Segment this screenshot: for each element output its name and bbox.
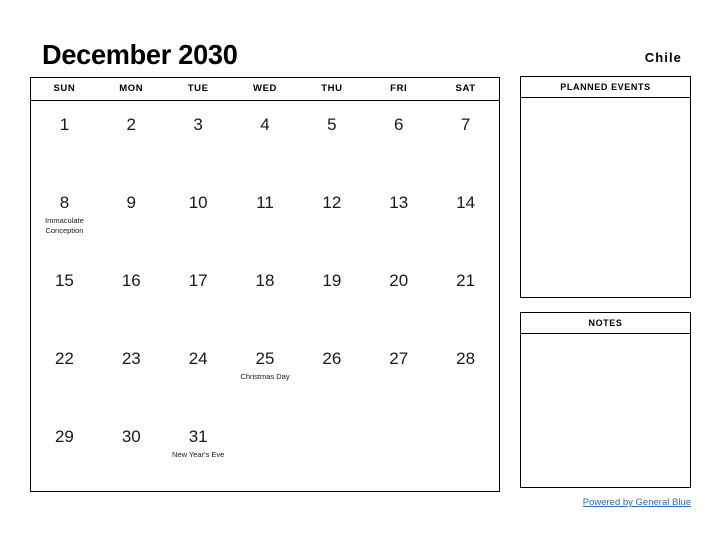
day-number: 24 <box>188 349 208 368</box>
day-number: 20 <box>389 271 409 290</box>
day-of-week-header: SAT <box>455 83 476 94</box>
page-header: December 2030 Chile <box>42 30 682 70</box>
day-number: 15 <box>54 271 74 290</box>
day-number: 12 <box>322 193 342 212</box>
calendar-empty-cell <box>365 413 432 491</box>
calendar-day-cell[interactable]: 21 <box>432 257 499 335</box>
page-title: December 2030 <box>42 39 238 70</box>
calendar-grid: SUN MON TUE WED THU FRI SAT 1 2 3 4 5 6 7 8 Immaculate… <box>30 77 500 492</box>
calendar-day-cell[interactable]: 7 <box>432 101 499 179</box>
day-of-week-header: TUE <box>187 83 209 94</box>
calendar-day-cell[interactable]: 4 <box>232 101 299 179</box>
calendar-week-row: 8 Immaculate Conception 9 10 11 12 13 14 <box>31 179 499 257</box>
calendar-week-row: 22 23 24 25 Christmas Day 26 27 28 <box>31 335 499 413</box>
day-number: 8 <box>59 193 70 212</box>
day-holiday-label: New Year's Eve <box>172 450 225 459</box>
calendar-day-cell[interactable]: 5 <box>298 101 365 179</box>
day-holiday-label: Christmas Day <box>240 372 290 381</box>
day-number: 27 <box>389 349 409 368</box>
calendar-day-cell[interactable]: 30 <box>98 413 165 491</box>
calendar-page: December 2030 Chile SUN MON TUE WED THU FRI SA… <box>0 0 712 550</box>
calendar-week-row: 15 16 17 18 19 20 21 <box>31 257 499 335</box>
day-number: 21 <box>456 271 476 290</box>
notes-panel: NOTES <box>520 312 691 488</box>
day-number: 11 <box>256 193 274 212</box>
calendar-day-cell[interactable]: 27 <box>365 335 432 413</box>
day-number: 16 <box>121 271 141 290</box>
calendar-day-cell[interactable]: 12 <box>298 179 365 257</box>
day-number: 17 <box>188 271 208 290</box>
calendar-day-cell[interactable]: 10 <box>165 179 232 257</box>
day-number: 13 <box>389 193 409 212</box>
planned-events-panel: PLANNED EVENTS <box>520 76 691 298</box>
day-number: 31 <box>188 427 208 446</box>
day-number: 26 <box>322 349 342 368</box>
calendar-empty-cell <box>432 413 499 491</box>
calendar-day-cell[interactable]: 18 <box>232 257 299 335</box>
calendar-empty-cell <box>298 413 365 491</box>
day-number: 23 <box>121 349 141 368</box>
day-number: 29 <box>54 427 74 446</box>
calendar-day-cell[interactable]: 13 <box>365 179 432 257</box>
planned-events-title: PLANNED EVENTS <box>521 77 690 98</box>
footer: Powered by General Blue <box>520 497 691 509</box>
powered-by-link[interactable]: Powered by General Blue <box>583 497 691 508</box>
calendar-day-cell[interactable]: 31 New Year's Eve <box>165 413 232 491</box>
planned-events-writing-area[interactable] <box>521 98 690 297</box>
calendar-day-cell[interactable]: 20 <box>365 257 432 335</box>
day-number: 9 <box>126 193 137 212</box>
day-number: 1 <box>59 115 70 134</box>
day-number: 18 <box>255 271 275 290</box>
calendar-day-cell[interactable]: 17 <box>165 257 232 335</box>
calendar-day-cell[interactable]: 8 Immaculate Conception <box>31 179 98 257</box>
calendar-day-cell[interactable]: 28 <box>432 335 499 413</box>
calendar-day-cell[interactable]: 9 <box>98 179 165 257</box>
calendar-day-cell[interactable]: 23 <box>98 335 165 413</box>
day-number: 4 <box>260 115 270 134</box>
day-number: 10 <box>188 193 208 212</box>
notes-writing-area[interactable] <box>521 334 690 487</box>
day-number: 7 <box>460 115 471 134</box>
calendar-week-row: 29 30 31 New Year's Eve <box>31 413 499 491</box>
day-number: 14 <box>456 193 476 212</box>
day-of-week-header: FRI <box>390 83 408 94</box>
calendar-day-cell[interactable]: 6 <box>365 101 432 179</box>
calendar-week-row: 1 2 3 4 5 6 7 <box>31 101 499 179</box>
day-number: 30 <box>121 427 141 446</box>
day-of-week-header: SUN <box>53 83 76 94</box>
day-number: 19 <box>322 271 342 290</box>
day-number: 28 <box>456 349 476 368</box>
day-number: 2 <box>126 115 137 134</box>
calendar-day-cell[interactable]: 14 <box>432 179 499 257</box>
country-label: Chile <box>644 50 682 65</box>
calendar-weeks: 1 2 3 4 5 6 7 8 Immaculate Conception 9 10 11 12 13 14… <box>31 101 499 491</box>
day-number: 6 <box>393 115 404 134</box>
calendar-day-cell[interactable]: 1 <box>31 101 98 179</box>
calendar-day-cell[interactable]: 19 <box>298 257 365 335</box>
calendar-day-cell[interactable]: 24 <box>165 335 232 413</box>
day-number: 3 <box>193 115 203 134</box>
day-number: 5 <box>327 115 337 134</box>
day-number: 25 <box>255 349 275 368</box>
day-of-week-header: MON <box>119 83 144 94</box>
calendar-day-cell[interactable]: 15 <box>31 257 98 335</box>
calendar-day-cell[interactable]: 11 <box>232 179 299 257</box>
day-holiday-label: Immaculate Conception <box>45 216 84 235</box>
calendar-day-cell[interactable]: 29 <box>31 413 98 491</box>
day-of-week-header: THU <box>321 83 343 94</box>
notes-title: NOTES <box>521 313 690 334</box>
calendar-day-cell[interactable]: 3 <box>165 101 232 179</box>
calendar-day-cell[interactable]: 26 <box>298 335 365 413</box>
calendar-day-cell[interactable]: 25 Christmas Day <box>232 335 299 413</box>
day-of-week-header-row: SUN MON TUE WED THU FRI SAT <box>31 78 499 101</box>
calendar-empty-cell <box>232 413 299 491</box>
calendar-day-cell[interactable]: 16 <box>98 257 165 335</box>
day-of-week-header: WED <box>253 83 277 94</box>
day-number: 22 <box>54 349 74 368</box>
calendar-day-cell[interactable]: 22 <box>31 335 98 413</box>
calendar-day-cell[interactable]: 2 <box>98 101 165 179</box>
